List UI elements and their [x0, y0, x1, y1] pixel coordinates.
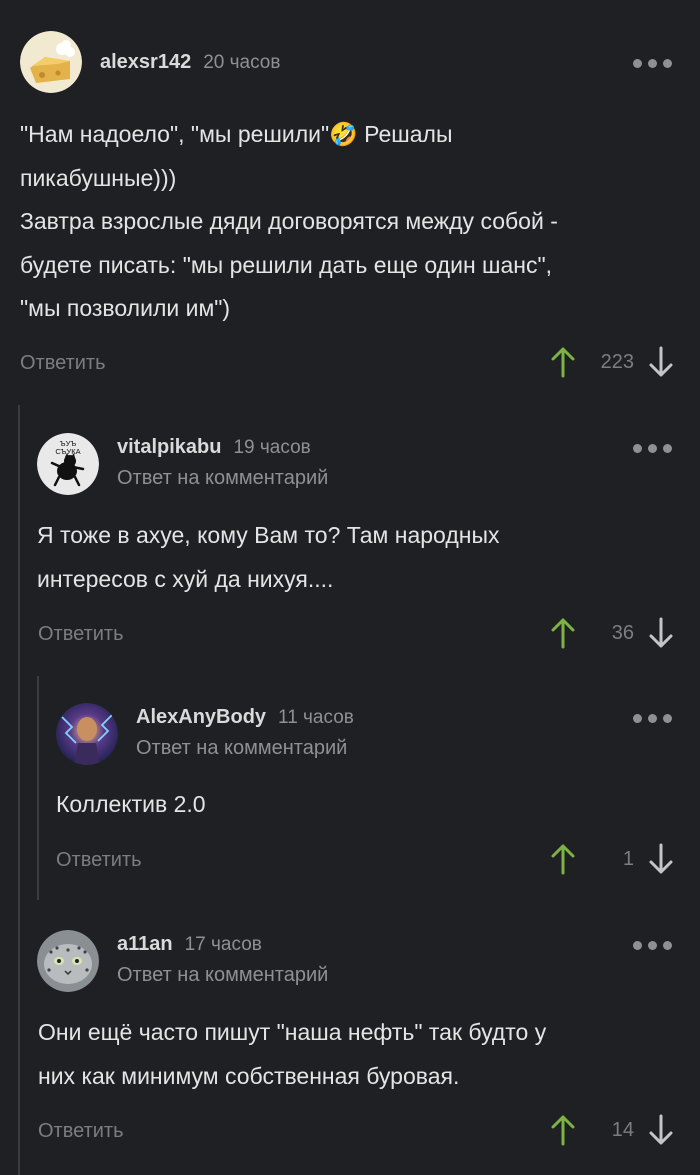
reply-to-link[interactable]: Ответ на комментарий [117, 964, 328, 987]
comment-text: Они ещё часто пишут "наша нефть" так буд… [38, 1019, 547, 1089]
downvote-arrow-icon[interactable] [648, 617, 674, 649]
vote-count: 14 [611, 1118, 634, 1141]
upvote-arrow-icon[interactable] [550, 617, 576, 649]
comment-text: "Нам надоело", "мы решили"🤣 Решалы пикаб… [20, 121, 558, 321]
username[interactable]: vitalpikabu [117, 436, 221, 459]
reply-button[interactable]: Ответить [38, 623, 124, 646]
timestamp: 11 часов [278, 707, 354, 728]
vote-count: 1 [622, 847, 634, 870]
comment-text: Я тоже в ахуе, кому Вам то? Там народных… [37, 522, 500, 592]
username[interactable]: alexsr142 [100, 51, 191, 74]
more-dots-icon[interactable] [633, 444, 672, 453]
avatar[interactable] [37, 930, 99, 992]
svg-text:СЪУКА: СЪУКА [55, 447, 80, 456]
downvote-arrow-icon[interactable] [648, 346, 674, 378]
downvote-arrow-icon[interactable] [648, 843, 674, 875]
username[interactable]: AlexAnyBody [136, 706, 266, 729]
thread-branch-line [18, 405, 20, 1175]
reply-to-link[interactable]: Ответ на комментарий [117, 467, 328, 490]
reply-button[interactable]: Ответить [38, 1120, 124, 1143]
comment-text: Коллектив 2.0 [56, 791, 206, 817]
downvote-arrow-icon[interactable] [648, 1114, 674, 1146]
timestamp: 20 часов [203, 52, 281, 73]
timestamp: 19 часов [233, 437, 311, 458]
upvote-arrow-icon[interactable] [550, 843, 576, 875]
more-dots-icon[interactable] [633, 714, 672, 723]
avatar[interactable]: ЪУЪ СЪУКА [37, 433, 99, 495]
upvote-arrow-icon[interactable] [550, 1114, 576, 1146]
vote-count: 223 [600, 350, 634, 373]
more-dots-icon[interactable] [633, 59, 672, 68]
avatar[interactable] [20, 31, 82, 93]
username[interactable]: a11an [117, 933, 173, 956]
reply-to-link[interactable]: Ответ на комментарий [136, 737, 354, 760]
timestamp: 17 часов [184, 934, 262, 955]
avatar[interactable] [56, 703, 118, 765]
more-dots-icon[interactable] [633, 941, 672, 950]
upvote-arrow-icon[interactable] [550, 346, 576, 378]
reply-button[interactable]: Ответить [20, 352, 106, 375]
vote-count: 36 [611, 621, 634, 644]
reply-button[interactable]: Ответить [56, 849, 142, 872]
